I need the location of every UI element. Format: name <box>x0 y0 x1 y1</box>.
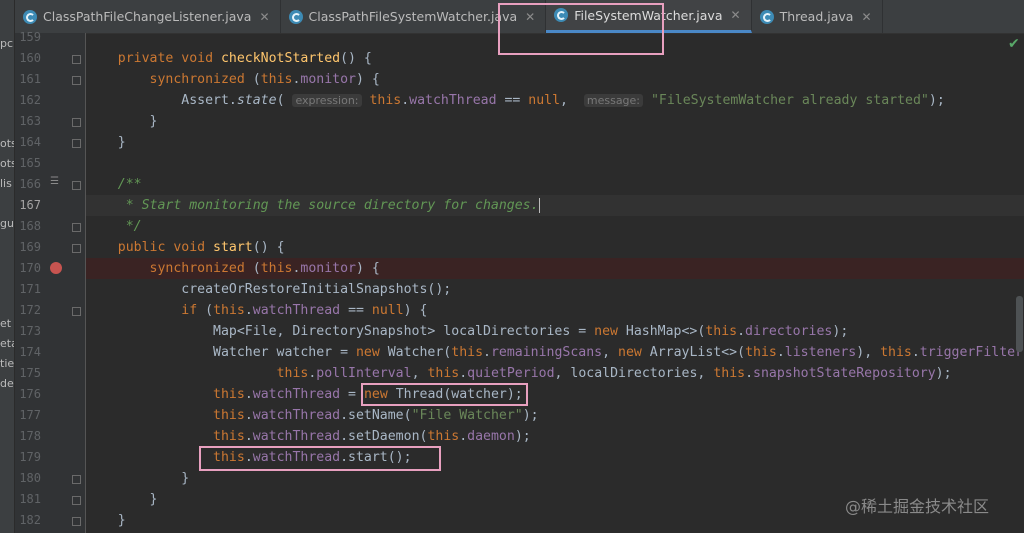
line-number[interactable]: 172 <box>15 300 41 321</box>
line-number[interactable]: 168 <box>15 216 41 237</box>
code-line[interactable]: public void start() { <box>86 237 1024 258</box>
fold-marker-icon[interactable] <box>72 118 81 127</box>
tab-classpathfilechangelistener[interactable]: ClassPathFileChangeListener.java ✕ <box>15 0 281 33</box>
fold-marker-icon[interactable] <box>72 223 81 232</box>
java-class-icon <box>23 9 37 24</box>
project-tree-fragment[interactable]: de <box>0 377 14 390</box>
watermark: @稀土掘金技术社区 <box>845 497 990 516</box>
code-line[interactable]: } <box>86 111 1024 132</box>
code-line[interactable]: this.pollInterval, this.quietPeriod, loc… <box>86 363 1024 384</box>
vertical-scrollbar[interactable] <box>1016 296 1023 352</box>
fold-marker-icon[interactable] <box>72 496 81 505</box>
code-line[interactable]: /** <box>86 174 1024 195</box>
code-line[interactable]: this.watchThread = new Thread(watcher); <box>86 384 1024 405</box>
fold-marker-icon[interactable] <box>72 307 81 316</box>
fold-marker-icon[interactable] <box>72 475 81 484</box>
code-line[interactable]: Watcher watcher = new Watcher(this.remai… <box>86 342 1024 363</box>
line-number[interactable]: 181 <box>15 489 41 510</box>
project-tree-fragment[interactable]: gui <box>0 217 14 230</box>
project-tree-fragment[interactable]: lis <box>0 177 12 190</box>
code-line[interactable]: synchronized (this.monitor) { <box>86 258 1024 279</box>
code-line[interactable]: Map<File, DirectorySnapshot> localDirect… <box>86 321 1024 342</box>
line-number[interactable]: 164 <box>15 132 41 153</box>
line-number[interactable]: 167 <box>15 195 41 216</box>
fold-marker-icon[interactable] <box>72 139 81 148</box>
code-line[interactable]: this.watchThread.setDaemon(this.daemon); <box>86 426 1024 447</box>
project-tree-fragment[interactable]: et <box>0 317 11 330</box>
breakpoint-icon[interactable] <box>50 262 62 274</box>
line-number[interactable]: 165 <box>15 153 41 174</box>
close-icon[interactable]: ✕ <box>731 8 741 22</box>
fold-marker-icon[interactable] <box>72 181 81 190</box>
line-number[interactable]: 174 <box>15 342 41 363</box>
line-number[interactable]: 163 <box>15 111 41 132</box>
java-class-icon <box>759 9 774 24</box>
line-number[interactable]: 182 <box>15 510 41 531</box>
project-tree-fragment[interactable]: eta <box>0 337 14 350</box>
highlight-box-new-thread <box>361 383 528 406</box>
tab-thread[interactable]: Thread.java ✕ <box>752 0 883 33</box>
tab-label: ClassPathFileChangeListener.java <box>43 9 252 24</box>
code-line[interactable]: this.watchThread.setName("File Watcher")… <box>86 405 1024 426</box>
line-number[interactable]: 170 <box>15 258 41 279</box>
code-line[interactable]: Assert.state( expression: this.watchThre… <box>86 90 1024 111</box>
fold-marker-icon[interactable] <box>72 76 81 85</box>
line-number[interactable]: 160 <box>15 48 41 69</box>
fold-marker-icon[interactable] <box>72 517 81 526</box>
line-number[interactable]: 177 <box>15 405 41 426</box>
line-number[interactable]: 176 <box>15 384 41 405</box>
project-tree-fragment[interactable]: ots <box>0 157 14 170</box>
code-line[interactable]: } <box>86 468 1024 489</box>
code-line[interactable]: */ <box>86 216 1024 237</box>
highlight-box-active-tab <box>498 3 664 55</box>
line-number[interactable]: 171 <box>15 279 41 300</box>
line-number[interactable]: 178 <box>15 426 41 447</box>
close-icon[interactable]: ✕ <box>259 10 269 24</box>
highlight-box-thread-start <box>199 446 441 471</box>
line-number[interactable]: 161 <box>15 69 41 90</box>
line-number[interactable]: 180 <box>15 468 41 489</box>
line-number[interactable]: 166 <box>15 174 41 195</box>
line-number[interactable]: 162 <box>15 90 41 111</box>
code-line[interactable]: * Start monitoring the source directory … <box>86 195 1024 216</box>
tab-label: Thread.java <box>779 9 854 24</box>
inspection-ok-icon[interactable]: ✔ <box>1008 36 1020 52</box>
tab-label: ClassPathFileSystemWatcher.java <box>308 9 518 24</box>
doc-render-icon[interactable]: ☰ <box>50 176 59 187</box>
line-number[interactable]: 159 <box>15 27 41 48</box>
code-line[interactable]: if (this.watchThread == null) { <box>86 300 1024 321</box>
line-number[interactable]: 169 <box>15 237 41 258</box>
line-number[interactable]: 175 <box>15 363 41 384</box>
fold-marker-icon[interactable] <box>72 55 81 64</box>
line-number[interactable]: 179 <box>15 447 41 468</box>
line-number[interactable]: 173 <box>15 321 41 342</box>
project-tree-fragment[interactable]: ots <box>0 137 14 150</box>
project-tree-fragment[interactable]: pc <box>0 37 13 50</box>
project-panel-strip[interactable]: pc ots ots lis gui et eta tie de <box>0 33 15 533</box>
java-class-icon <box>288 9 303 24</box>
fold-marker-icon[interactable] <box>72 244 81 253</box>
code-line[interactable]: } <box>86 132 1024 153</box>
code-line[interactable]: createOrRestoreInitialSnapshots(); <box>86 279 1024 300</box>
project-tree-fragment[interactable]: tie <box>0 357 14 370</box>
tab-bar-left-stub <box>0 0 15 33</box>
code-line[interactable] <box>86 153 1024 174</box>
code-line[interactable]: synchronized (this.monitor) { <box>86 69 1024 90</box>
close-icon[interactable]: ✕ <box>861 10 871 24</box>
